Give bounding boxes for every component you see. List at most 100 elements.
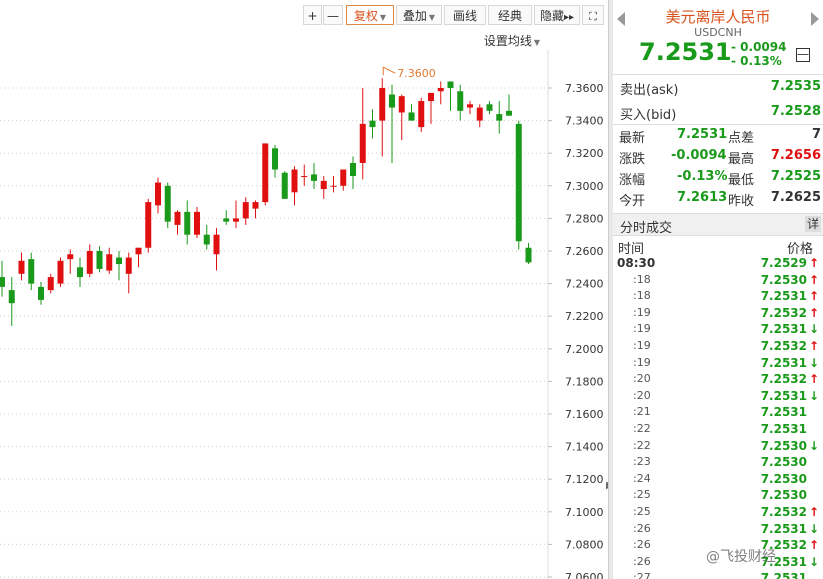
overlay-button[interactable]: 叠加 ▼ bbox=[396, 5, 442, 25]
fullscreen-icon: ⛶ bbox=[589, 10, 597, 23]
candle-body bbox=[525, 247, 532, 263]
trade-time: :18 bbox=[633, 272, 651, 286]
y-tick-label: 7.1000 bbox=[565, 506, 604, 519]
candle-body bbox=[145, 202, 152, 248]
candle-body bbox=[398, 96, 405, 113]
trade-row: :25 7.2530 bbox=[613, 488, 823, 505]
trade-row: :23 7.2530 bbox=[613, 455, 823, 472]
ma-setting-dropdown[interactable]: 设置均线 ▼ bbox=[484, 32, 540, 49]
y-tick-label: 7.1200 bbox=[565, 473, 604, 486]
trade-time: :21 bbox=[633, 405, 651, 419]
candle-body bbox=[359, 123, 366, 163]
candle-body bbox=[0, 277, 5, 287]
trade-time: :19 bbox=[633, 322, 651, 336]
trade-price: 7.2531 bbox=[760, 571, 807, 579]
trade-price: 7.2531 bbox=[760, 521, 807, 536]
classic-button[interactable]: 经典 bbox=[488, 5, 532, 25]
trade-price: 7.2531 bbox=[760, 322, 807, 337]
fullscreen-button[interactable]: ⛶ bbox=[582, 5, 604, 25]
arrow-up-icon: ↑ bbox=[808, 289, 819, 304]
trade-row: :20 7.2532 ↑ bbox=[613, 372, 823, 389]
divider bbox=[613, 124, 823, 125]
trade-price: 7.2530 bbox=[760, 272, 807, 287]
ma-setting-label: 设置均线 bbox=[483, 34, 532, 48]
remove-watch-button[interactable]: — bbox=[796, 48, 810, 62]
candle-body bbox=[164, 185, 171, 222]
candle-body bbox=[252, 202, 259, 209]
trade-price: 7.2530 bbox=[760, 471, 807, 486]
trade-row: :19 7.2532 ↑ bbox=[613, 306, 823, 323]
arrow-down-icon: ↓ bbox=[808, 355, 819, 370]
trade-time: :23 bbox=[633, 455, 651, 469]
candle-body bbox=[194, 211, 200, 235]
y-tick-label: 7.3600 bbox=[565, 82, 604, 95]
y-tick-label: 7.0600 bbox=[565, 571, 604, 579]
trade-row: :24 7.2530 bbox=[613, 472, 823, 489]
quote-panel: 美元离岸人民币 USDCNH 7.2531 - 0.0094 - 0.13% —… bbox=[613, 0, 823, 579]
chart-panel[interactable]: 7.3600 7.3400 7.3200 7.3000 7.2800 7.2600 7.24… bbox=[0, 0, 614, 579]
trade-row: :27 7.2531 bbox=[613, 571, 823, 579]
candle-body bbox=[506, 110, 512, 116]
zoom-out-button[interactable]: — bbox=[323, 5, 343, 25]
candlestick-chart[interactable]: 7.3600 7.3400 7.3200 7.3000 7.2800 7.2600 7.24… bbox=[0, 0, 608, 579]
candle-body bbox=[340, 169, 347, 186]
arrow-down-icon: ↓ bbox=[808, 438, 819, 453]
candle-body bbox=[272, 148, 278, 170]
trade-time: :25 bbox=[633, 488, 651, 502]
candle-body bbox=[213, 234, 220, 255]
candle-body bbox=[496, 114, 503, 121]
candle-body bbox=[428, 92, 434, 102]
trade-price: 7.2531 bbox=[760, 405, 807, 420]
candle-body bbox=[476, 107, 483, 121]
candle-body bbox=[223, 218, 230, 222]
candle-body bbox=[350, 162, 356, 177]
trade-row: :19 7.2532 ↑ bbox=[613, 339, 823, 356]
trade-time: :20 bbox=[633, 372, 651, 386]
trade-price: 7.2531 bbox=[760, 289, 807, 304]
y-tick-label: 7.2000 bbox=[565, 343, 604, 356]
stat-value-high: 7.2656 bbox=[770, 148, 821, 163]
stat-label: 最低 bbox=[728, 173, 755, 188]
zoom-in-button[interactable]: + bbox=[303, 5, 322, 25]
draw-line-button[interactable]: 画线 bbox=[444, 5, 486, 25]
candle-body bbox=[57, 260, 64, 284]
trade-price: 7.2532 bbox=[760, 305, 807, 320]
stat-value-low: 7.2525 bbox=[770, 169, 821, 184]
trade-time: 08:30 bbox=[617, 256, 656, 270]
candle-body bbox=[408, 112, 415, 121]
trade-time: :26 bbox=[633, 554, 651, 568]
trade-time: :25 bbox=[633, 505, 651, 518]
arrow-up-icon: ↑ bbox=[808, 305, 819, 320]
trade-price: 7.2531 bbox=[760, 422, 807, 436]
price-change: - 0.0094 bbox=[731, 40, 787, 54]
stat-label: 昨收 bbox=[728, 194, 755, 209]
candle-body bbox=[28, 259, 35, 284]
trade-time: :24 bbox=[633, 471, 651, 485]
hide-label: 隐藏 bbox=[539, 9, 564, 23]
trade-row: :19 7.2531 ↓ bbox=[613, 356, 823, 373]
trade-price: 7.2530 bbox=[760, 488, 807, 503]
trades-header: 分时成交 详 bbox=[613, 213, 823, 236]
arrow-up-icon: ↑ bbox=[808, 538, 819, 553]
y-tick-label: 7.1400 bbox=[565, 441, 604, 454]
watermark: @飞投财经 bbox=[706, 549, 776, 565]
restore-rights-button[interactable]: 复权 ▼ bbox=[346, 5, 394, 25]
symbol-name: 美元离岸人民币 bbox=[665, 8, 771, 26]
trade-time: :19 bbox=[633, 305, 651, 319]
trade-price: 7.2529 bbox=[760, 256, 807, 270]
trades-list[interactable]: 08:30 7.2529 ↑:18 7.2530 ↑:18 7.2531 ↑:19 7.253… bbox=[613, 256, 823, 579]
candle-body bbox=[389, 94, 395, 108]
restore-rights-label: 复权 bbox=[353, 9, 378, 23]
stat-value-open: 7.2613 bbox=[677, 190, 728, 205]
trade-row: :25 7.2532 ↑ bbox=[613, 505, 823, 522]
last-price: 7.2531 bbox=[639, 38, 732, 66]
candle-body bbox=[96, 251, 103, 269]
bid-label: 买入(bid) bbox=[620, 108, 677, 123]
trade-time: :26 bbox=[633, 521, 651, 535]
trades-detail-button[interactable]: 详 bbox=[805, 216, 821, 232]
hide-button[interactable]: 隐藏▸▸ bbox=[534, 5, 580, 25]
y-tick-label: 7.2600 bbox=[565, 245, 604, 258]
candle-body bbox=[379, 88, 386, 121]
candle-body bbox=[447, 81, 454, 88]
candle-body bbox=[116, 257, 122, 265]
